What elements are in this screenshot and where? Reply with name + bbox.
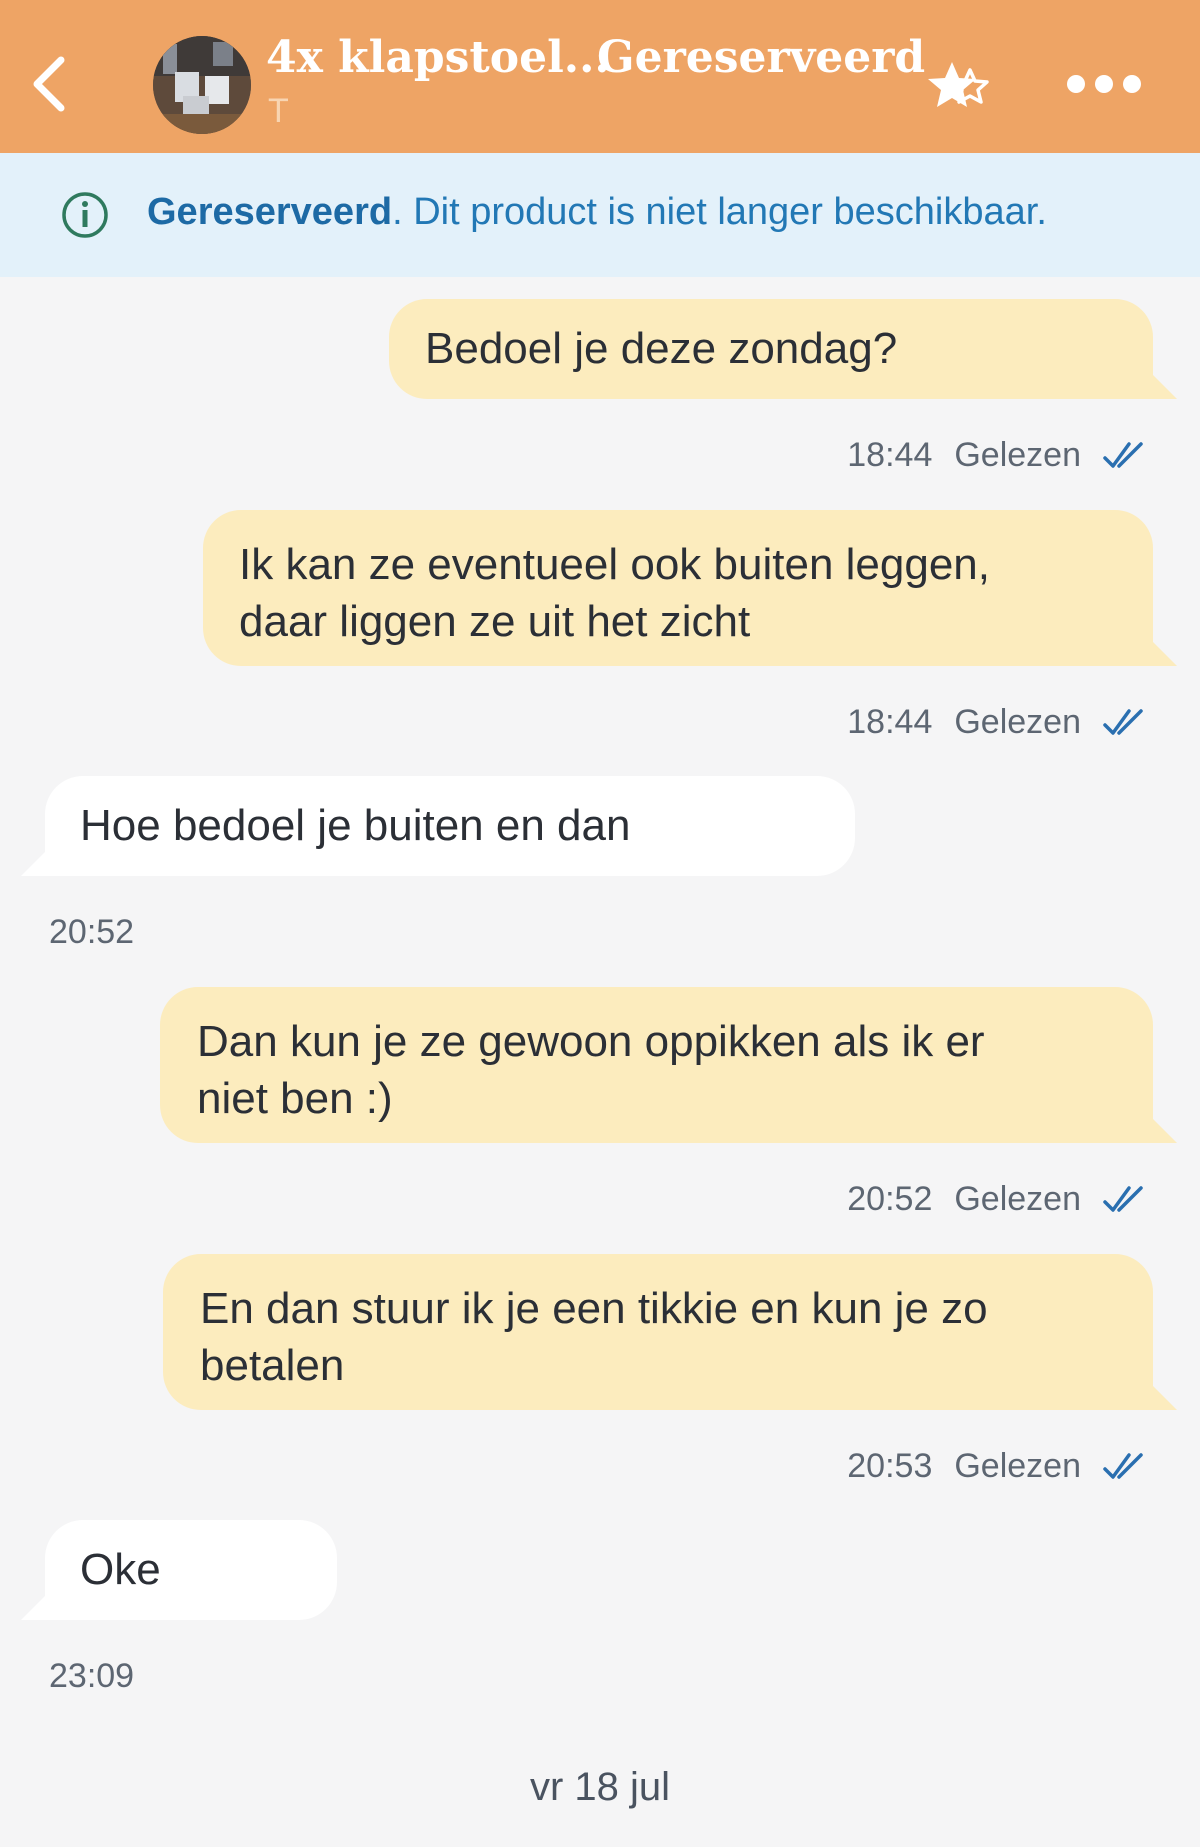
banner-bold: Gereserveerd xyxy=(147,191,393,233)
double-check-icon xyxy=(1103,1186,1143,1212)
message-bubble-incoming[interactable]: Hoe bedoel je buiten en dan xyxy=(21,776,855,876)
conversation-partner-initial: T xyxy=(268,92,289,130)
read-status: Gelezen xyxy=(954,1447,1081,1485)
chevron-left-icon xyxy=(33,56,65,112)
message-time: 20:52 xyxy=(847,1180,933,1218)
message-bubble-incoming[interactable]: Oke xyxy=(21,1520,337,1620)
message-text-line: niet ben :) xyxy=(197,1074,393,1123)
message-text-line: Ik kan ze eventueel ook buiten leggen, xyxy=(239,540,990,589)
message-time: 18:44 xyxy=(847,436,933,474)
read-status: Gelezen xyxy=(954,1180,1081,1218)
listing-thumbnail[interactable] xyxy=(153,36,251,134)
star-icon xyxy=(928,62,989,107)
message-meta: 20:53 Gelezen xyxy=(847,1447,1147,1486)
message-time: 20:52 xyxy=(49,913,135,951)
message-text: Oke xyxy=(80,1545,161,1594)
message-text: Hoe bedoel je buiten en dan xyxy=(80,801,631,850)
message-meta: 20:52 Gelezen xyxy=(847,1180,1147,1219)
listing-status: Gereserveerd xyxy=(597,32,926,83)
folding-chairs-image xyxy=(153,36,251,134)
message-text-line: betalen xyxy=(200,1341,345,1390)
back-button[interactable] xyxy=(24,50,74,118)
double-check-icon xyxy=(1103,1453,1143,1479)
message-text-line: En dan stuur ik je een tikkie en kun je … xyxy=(200,1284,988,1333)
date-separator: vr 18 jul xyxy=(529,1765,671,1809)
message-meta: 18:44 Gelezen xyxy=(847,436,1147,475)
more-horizontal-icon xyxy=(1067,75,1141,93)
info-circle-icon xyxy=(62,192,108,238)
read-status: Gelezen xyxy=(954,703,1081,741)
read-status: Gelezen xyxy=(954,436,1081,474)
listing-title[interactable]: 4x klapstoel... xyxy=(266,28,610,88)
message-bubble-outgoing[interactable]: Ik kan ze eventueel ook buiten leggen, d… xyxy=(203,510,1177,666)
message-bubble-outgoing[interactable]: Dan kun je ze gewoon oppikken als ik er … xyxy=(160,987,1177,1143)
favorite-button[interactable] xyxy=(918,56,998,116)
message-time: 20:53 xyxy=(847,1447,933,1485)
double-check-icon xyxy=(1103,709,1143,735)
message-meta: 18:44 Gelezen xyxy=(847,703,1147,742)
banner-message: . Dit product is niet langer beschikbaar… xyxy=(392,191,1047,233)
top-bar: 4x klapstoel... Gereserveerd T xyxy=(0,0,1200,153)
banner-text: Gereserveerd. Dit product is niet langer… xyxy=(147,191,1047,234)
message-text: Bedoel je deze zondag? xyxy=(425,324,898,373)
message-time: 23:09 xyxy=(49,1657,135,1695)
message-text-line: Dan kun je ze gewoon oppikken als ik er xyxy=(197,1017,985,1066)
more-options-button[interactable] xyxy=(1060,64,1160,104)
message-text-line: daar liggen ze uit het zicht xyxy=(239,597,751,646)
message-bubble-outgoing[interactable]: En dan stuur ik je een tikkie en kun je … xyxy=(163,1254,1177,1410)
message-bubble-outgoing[interactable]: Bedoel je deze zondag? xyxy=(389,299,1177,399)
double-check-icon xyxy=(1103,442,1143,468)
message-time: 18:44 xyxy=(847,703,933,741)
reserved-banner: Gereserveerd. Dit product is niet langer… xyxy=(0,153,1200,277)
